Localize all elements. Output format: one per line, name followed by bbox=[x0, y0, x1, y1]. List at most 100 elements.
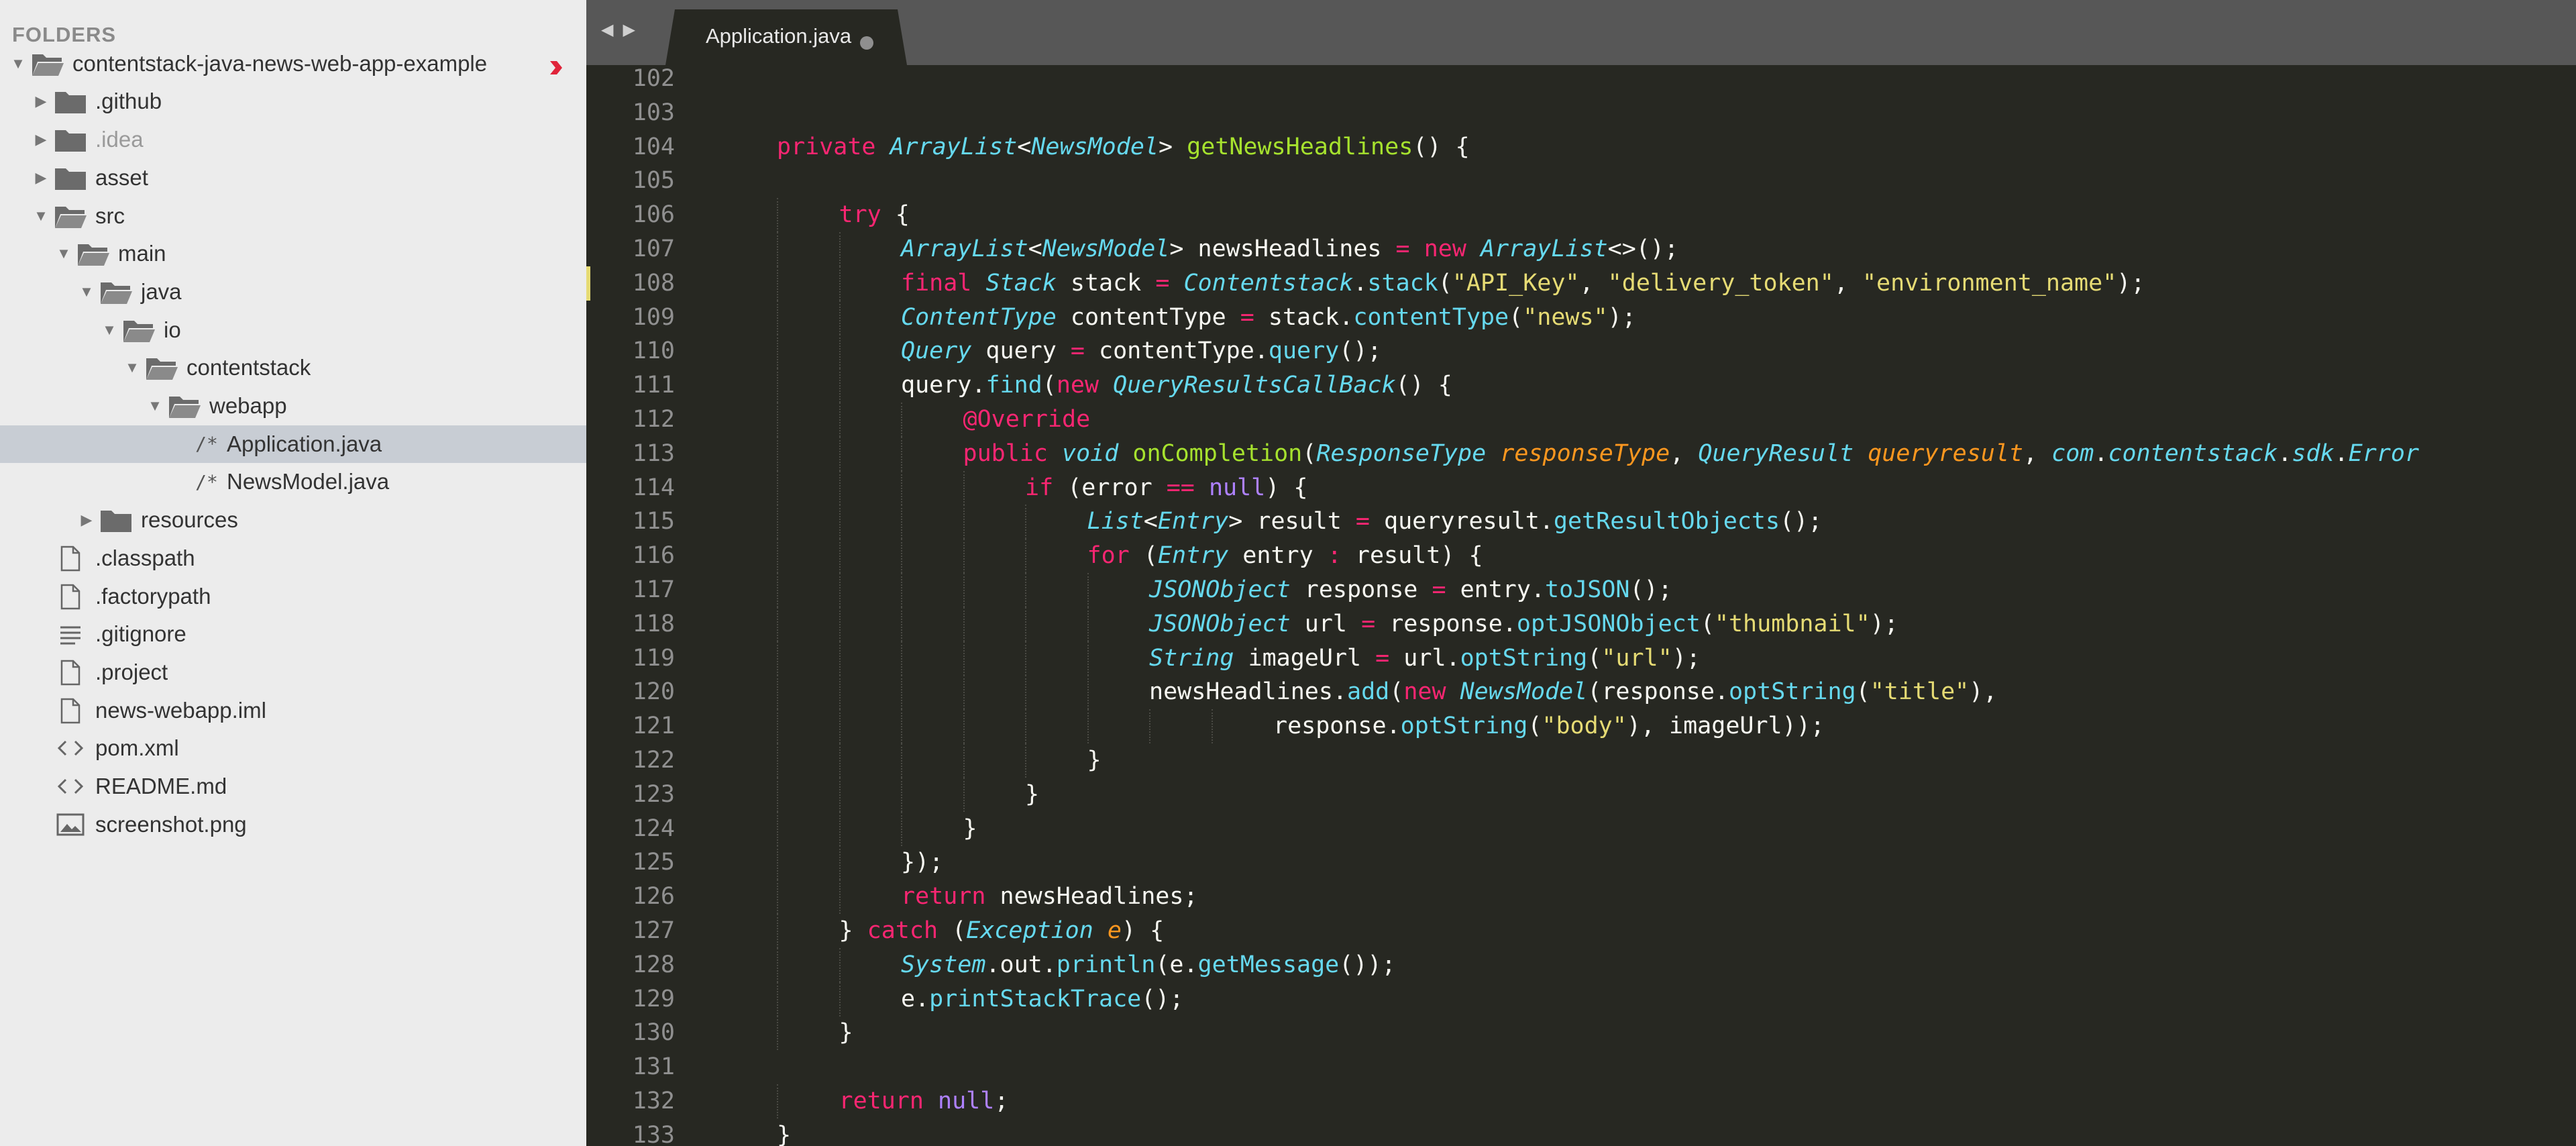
code-line[interactable]: 124} bbox=[586, 811, 2576, 846]
tree-item-project[interactable]: .project bbox=[0, 654, 586, 691]
chevron-down-icon[interactable]: ▼ bbox=[119, 359, 145, 376]
code-text: if (error == null) { bbox=[1025, 471, 1307, 505]
tree-item-screenshot-png[interactable]: screenshot.png bbox=[0, 806, 586, 843]
tree-item-pom-xml[interactable]: pom.xml bbox=[0, 729, 586, 767]
code-line[interactable]: 120 newsHeadlines.add(new NewsModel(respo… bbox=[586, 675, 2576, 710]
code-token: ArrayList bbox=[890, 133, 1018, 160]
code-line[interactable]: 112 @Override bbox=[586, 403, 2576, 437]
code-token: . bbox=[2094, 439, 2108, 467]
code-line[interactable]: 117 JSONObject response = entry.toJSON(); bbox=[586, 573, 2576, 607]
code-line[interactable]: 110 Query query = contentType.query(); bbox=[586, 334, 2576, 369]
code-line[interactable]: 103 bbox=[586, 96, 2576, 130]
tree-item-contentstack[interactable]: ▼ contentstack bbox=[0, 349, 586, 386]
code-line[interactable]: 116 for (Entry entry : result) { bbox=[586, 539, 2576, 574]
tree-item-resources[interactable]: ▶ resources bbox=[0, 501, 586, 539]
tree-item-idea[interactable]: ▶ .idea bbox=[0, 121, 586, 158]
code-token: ( bbox=[1527, 713, 1542, 740]
code-line[interactable]: 114 if (error == null) { bbox=[586, 470, 2576, 505]
tree-item-java[interactable]: ▼ java bbox=[0, 273, 586, 311]
tree-item-news-webapp-iml[interactable]: news-webapp.iml bbox=[0, 692, 586, 729]
code-line[interactable]: 123} bbox=[586, 777, 2576, 812]
code-token: stack. bbox=[1254, 303, 1354, 331]
tree-item-factorypath[interactable]: .factorypath bbox=[0, 578, 586, 615]
tree-item-gitignore[interactable]: .gitignore bbox=[0, 615, 586, 653]
tree-item-github[interactable]: ▶ .github bbox=[0, 83, 586, 120]
code-token: Stack bbox=[985, 269, 1057, 297]
code-token: > bbox=[1158, 133, 1187, 160]
code-token: ( bbox=[1042, 372, 1057, 399]
code-token: "body" bbox=[1542, 713, 1627, 740]
code-editor[interactable]: 102 103 104 private ArrayList<NewsModel> ge… bbox=[586, 65, 2576, 1146]
code-token: result) { bbox=[1341, 542, 1483, 570]
indent-guide bbox=[839, 709, 841, 744]
tree-item-src[interactable]: ▼ src bbox=[0, 197, 586, 235]
code-line[interactable]: 102 bbox=[586, 65, 2576, 96]
chevron-right-icon[interactable]: ▶ bbox=[28, 93, 54, 110]
code-token: (); bbox=[1629, 576, 1672, 603]
chevron-down-icon[interactable]: ▼ bbox=[5, 55, 31, 72]
code-line[interactable]: 104 private ArrayList<NewsModel> getNewsH… bbox=[586, 130, 2576, 164]
code-line[interactable]: 125}); bbox=[586, 845, 2576, 880]
tree-item-webapp[interactable]: ▼ webapp bbox=[0, 387, 586, 425]
tree-item-application-java[interactable]: /* Application.java bbox=[0, 425, 586, 463]
indent-guide bbox=[1025, 641, 1026, 676]
tree-item-contentstack-java-news-web-app-example[interactable]: ▼ contentstack-java-news-web-app-example bbox=[0, 45, 586, 83]
code-line[interactable]: 106 try { bbox=[586, 198, 2576, 233]
unsaved-dot-icon[interactable] bbox=[860, 36, 873, 50]
code-line[interactable]: 113 public void onCompletion(ResponseType… bbox=[586, 436, 2576, 471]
tab-back-icon[interactable]: ◀ bbox=[601, 20, 613, 40]
chevron-down-icon[interactable]: ▼ bbox=[74, 283, 99, 301]
code-line[interactable]: 132 return null; bbox=[586, 1084, 2576, 1118]
chevron-down-icon[interactable]: ▼ bbox=[28, 207, 54, 225]
chevron-right-icon[interactable]: ▶ bbox=[28, 131, 54, 148]
code-line[interactable]: 108 final Stack stack = Contentstack.stac… bbox=[586, 266, 2576, 301]
indent-guide bbox=[839, 505, 841, 539]
chevron-right-icon[interactable]: ▶ bbox=[28, 169, 54, 187]
code-line[interactable]: 121 response.optString("body"), imageUrl)… bbox=[586, 709, 2576, 744]
code-line[interactable]: 107 ArrayList<NewsModel> newsHeadlines = … bbox=[586, 232, 2576, 266]
code-line[interactable]: 133} bbox=[586, 1118, 2576, 1146]
folder-open-icon bbox=[145, 354, 178, 381]
tree-item-io[interactable]: ▼ io bbox=[0, 311, 586, 349]
tab-application-java[interactable]: Application.java bbox=[665, 9, 907, 65]
code-line[interactable]: 131 bbox=[586, 1050, 2576, 1084]
code-line[interactable]: 118 JSONObject url = response.optJSONObje… bbox=[586, 607, 2576, 641]
code-line[interactable]: 122} bbox=[586, 743, 2576, 778]
tree-item-main[interactable]: ▼ main bbox=[0, 235, 586, 272]
code-line[interactable]: 119 String imageUrl = url.optString("url"… bbox=[586, 641, 2576, 676]
indent-guide bbox=[777, 300, 778, 335]
tab-bar: ◀ ▶ Application.java bbox=[586, 0, 2576, 65]
tree-item-asset[interactable]: ▶ asset bbox=[0, 159, 586, 197]
code-token: } bbox=[1025, 780, 1040, 808]
code-line[interactable]: 115 List<Entry> result = queryresult.getR… bbox=[586, 505, 2576, 539]
code-line[interactable]: 128 System.out.println(e.getMessage()); bbox=[586, 947, 2576, 982]
chevron-down-icon[interactable]: ▼ bbox=[142, 397, 168, 415]
code-token: Contentstack bbox=[1183, 269, 1354, 297]
code-token: = bbox=[1432, 576, 1446, 603]
indent-guide bbox=[839, 743, 841, 778]
code-token: null bbox=[1208, 474, 1266, 501]
code-line[interactable]: 111 query.find(new QueryResultsCallBack()… bbox=[586, 368, 2576, 403]
code-line[interactable]: 105 bbox=[586, 164, 2576, 198]
code-line[interactable]: 130} bbox=[586, 1016, 2576, 1051]
code-line[interactable]: 126 return newsHeadlines; bbox=[586, 880, 2576, 915]
tree-item-label: screenshot.png bbox=[95, 811, 247, 837]
code-token: responseType bbox=[1500, 439, 1670, 467]
code-token: }); bbox=[901, 849, 944, 876]
code-line[interactable]: 109 ContentType contentType = stack.conte… bbox=[586, 300, 2576, 335]
tree-item-classpath[interactable]: .classpath bbox=[0, 539, 586, 577]
code-text: ContentType contentType = stack.contentT… bbox=[901, 301, 1636, 335]
code-token: (); bbox=[1339, 337, 1382, 365]
chevron-down-icon[interactable]: ▼ bbox=[97, 321, 122, 339]
line-number: 110 bbox=[632, 337, 675, 365]
indent-guide bbox=[963, 607, 965, 641]
code-line[interactable]: 127} catch (Exception e) { bbox=[586, 914, 2576, 948]
chevron-down-icon[interactable]: ▼ bbox=[51, 245, 76, 262]
chevron-right-icon[interactable]: ▶ bbox=[74, 511, 99, 529]
code-token: = bbox=[1155, 269, 1170, 297]
tree-item-readme-md[interactable]: README.md bbox=[0, 768, 586, 805]
tab-forward-icon[interactable]: ▶ bbox=[623, 20, 635, 40]
file-icon bbox=[54, 545, 87, 572]
tree-item-newsmodel-java[interactable]: /* NewsModel.java bbox=[0, 463, 586, 501]
code-line[interactable]: 129 e.printStackTrace(); bbox=[586, 982, 2576, 1017]
